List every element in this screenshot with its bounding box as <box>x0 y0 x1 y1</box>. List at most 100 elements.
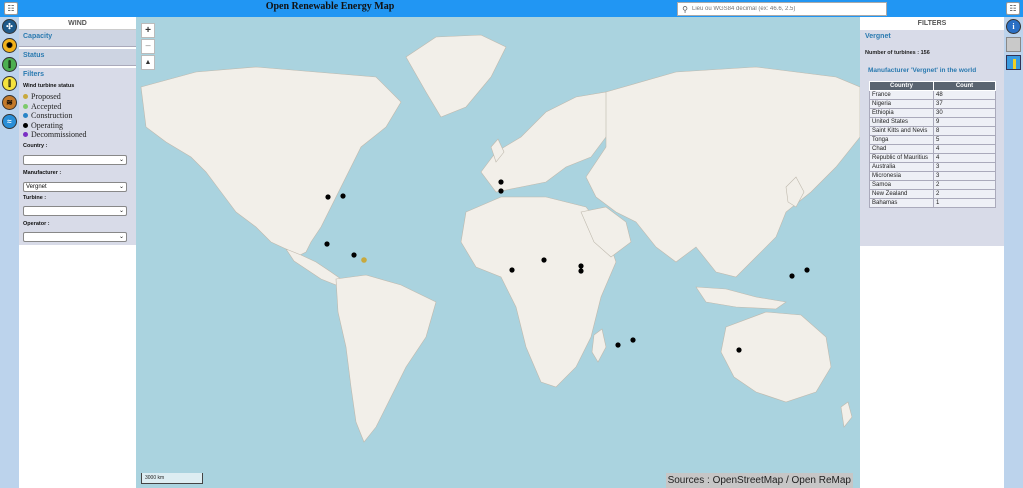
wind-turbine-icon[interactable]: ✣ <box>2 19 17 34</box>
capacity-section[interactable]: Capacity <box>19 30 136 47</box>
count-cell: 9 <box>933 117 996 127</box>
marker-micronesia <box>789 273 795 279</box>
north-america <box>140 66 402 258</box>
count-cell: 4 <box>933 144 996 154</box>
country-select[interactable]: ⌄ <box>23 154 127 165</box>
legend-label: Accepted <box>31 101 62 111</box>
world-map[interactable]: + − ▲ 3000 km Sources : OpenStreetMap / … <box>136 17 860 488</box>
table-row: New Zealand 2 <box>869 189 996 199</box>
map-attribution: Sources : OpenStreetMap / Open ReMap <box>665 473 853 488</box>
turbine-select[interactable]: ⌄ <box>23 205 127 216</box>
table-row: France 48 <box>869 90 996 100</box>
greenland <box>405 34 507 118</box>
legend-item-proposed[interactable]: Proposed <box>23 92 132 102</box>
top-bar: ☷ Open Renewable Energy Map ⚲ ☷ <box>0 0 1023 17</box>
legend-item-operating[interactable]: Operating <box>23 121 132 131</box>
count-cell: 1 <box>933 198 996 208</box>
legend-dot <box>23 113 28 119</box>
reset-north-button[interactable]: ▲ <box>141 55 155 70</box>
table-row: Republic of Mauritius 4 <box>869 153 996 163</box>
country-cell: Republic of Mauritius <box>869 153 934 163</box>
table-view-icon[interactable] <box>1006 37 1021 52</box>
manufacturer-label: Manufacturer : <box>23 169 62 176</box>
madagascar <box>591 328 607 363</box>
operator-select[interactable]: ⌄ <box>23 231 127 242</box>
legend-item-accepted[interactable]: Accepted <box>23 102 132 112</box>
marker-ethiopia-2 <box>578 268 584 274</box>
landmasses <box>140 34 860 443</box>
marker-nigeria <box>509 267 515 273</box>
marker-france-1 <box>498 179 504 185</box>
marker-ethiopia-1 <box>578 263 584 269</box>
table-row: Nigeria 37 <box>869 99 996 109</box>
country-cell: Micronesia <box>869 171 934 181</box>
left-menu-button[interactable]: ☷ <box>4 2 18 15</box>
legend-dot <box>23 132 28 138</box>
search-box[interactable]: ⚲ <box>677 2 887 16</box>
legend-dot <box>23 103 28 109</box>
manufacturer-select[interactable]: Vergnet ⌄ <box>23 181 127 192</box>
solar-icon[interactable]: ✺ <box>2 38 17 53</box>
filters-title[interactable]: Filters <box>19 68 136 81</box>
count-cell: 5 <box>933 135 996 145</box>
zoom-out-button[interactable]: − <box>141 39 155 54</box>
hydro-dam-icon[interactable]: ⫿ <box>2 57 17 72</box>
status-section[interactable]: Status <box>19 49 136 66</box>
zoom-in-button[interactable]: + <box>141 23 155 38</box>
country-count-table: Country Count France 48 Nigeria 37 Ethiopi… <box>869 81 996 208</box>
australia <box>720 311 832 403</box>
marker-usa-1 <box>325 194 331 200</box>
marker-mauritius-2 <box>630 337 636 343</box>
turbine-label: Turbine : <box>23 194 47 201</box>
right-menu-button[interactable]: ☷ <box>1006 2 1020 15</box>
legend-dot <box>23 94 28 100</box>
capacity-title: Capacity <box>23 33 53 40</box>
chevron-down-icon: ⌄ <box>118 183 124 190</box>
legend-item-construction[interactable]: Construction <box>23 111 132 121</box>
count-header: Count <box>933 81 996 91</box>
marker-caribbean <box>351 252 357 258</box>
turbine-count: Number of turbines : 156 <box>865 50 930 56</box>
new-zealand <box>840 401 853 428</box>
info-icon[interactable]: i <box>1006 19 1021 34</box>
filters-panel: FILTERS Vergnet Number of turbines : 156… <box>860 17 1004 488</box>
marker-mauritius-1 <box>615 342 621 348</box>
status-legend: Proposed Accepted Construction Operating… <box>23 92 132 140</box>
country-cell: Saint Kitts and Nevis <box>869 126 934 136</box>
filters-section: Filters Wind turbine status Proposed Acc… <box>19 68 136 245</box>
count-cell: 48 <box>933 90 996 100</box>
count-cell: 4 <box>933 153 996 163</box>
manufacturer-name: Vergnet <box>865 33 891 40</box>
marine-energy-icon[interactable]: ≈ <box>2 114 17 129</box>
table-row: Saint Kitts and Nevis 8 <box>869 126 996 136</box>
filters-panel-title: FILTERS <box>917 20 947 27</box>
table-row: Australia 3 <box>869 162 996 172</box>
chart-view-icon[interactable] <box>1006 55 1021 70</box>
wind-panel: WIND Capacity Status Filters Wind turbin… <box>19 17 136 488</box>
map-canvas <box>140 34 860 443</box>
table-row: Samoa 2 <box>869 180 996 190</box>
chevron-down-icon: ⌄ <box>118 233 124 240</box>
marker-france-2 <box>498 188 504 194</box>
table-row: United States 9 <box>869 117 996 127</box>
search-input[interactable] <box>692 6 882 12</box>
tool-bar: i <box>1004 17 1023 488</box>
table-row: Bahamas 1 <box>869 198 996 208</box>
count-cell: 2 <box>933 189 996 199</box>
status-heading: Wind turbine status <box>23 83 75 89</box>
country-cell: Tonga <box>869 135 934 145</box>
south-america <box>335 274 437 443</box>
power-plant-icon[interactable]: ⫿ <box>2 76 17 91</box>
marker-australia <box>736 347 742 353</box>
table-row: Chad 4 <box>869 144 996 154</box>
legend-item-decommissioned[interactable]: Decommissioned <box>23 130 132 140</box>
table-header-row: Country Count <box>869 81 996 91</box>
country-header: Country <box>869 81 934 91</box>
legend-label: Decommissioned <box>31 130 87 139</box>
marker-bahamas <box>324 241 330 247</box>
geothermal-icon[interactable]: ≋ <box>2 95 17 110</box>
legend-label: Proposed <box>31 92 61 101</box>
country-label: Country : <box>23 142 48 149</box>
table-row: Micronesia 3 <box>869 171 996 181</box>
world-title: Manufacturer 'Vergnet' in the world <box>868 67 977 74</box>
